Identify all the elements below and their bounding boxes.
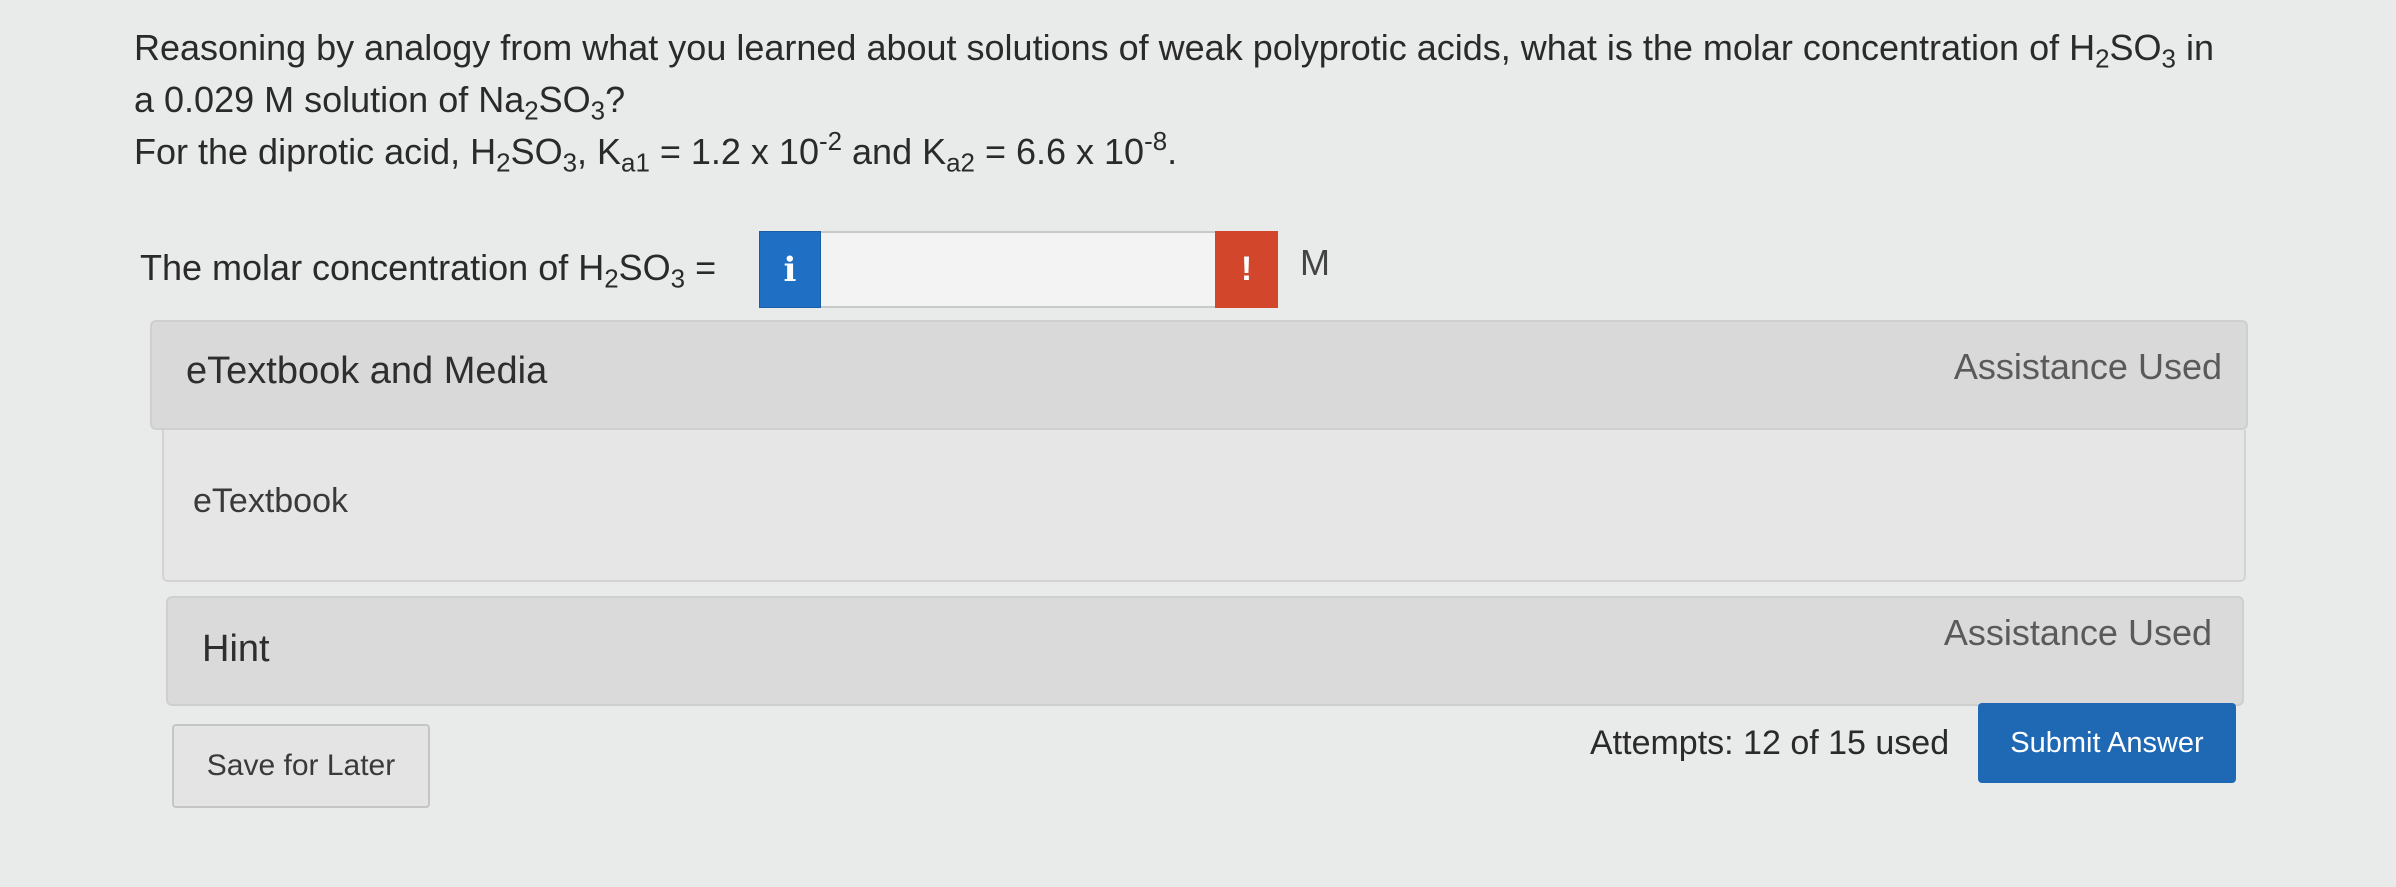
question-line-3: For the diprotic acid, H2SO3, Ka1 = 1.2 … [134, 127, 1178, 178]
answer-row: The molar concentration of H2SO3 = [140, 228, 716, 308]
save-for-later-button[interactable]: Save for Later [172, 724, 430, 808]
error-icon[interactable]: ! [1215, 231, 1278, 308]
question-text: Reasoning by analogy from what you learn… [134, 22, 2284, 178]
etextbook-assistance-status: Assistance Used [1953, 346, 2222, 387]
attempts-counter: Attempts: 12 of 15 used [1590, 724, 1950, 762]
unit-label: M [1300, 242, 1330, 283]
question-line-1: Reasoning by analogy from what you learn… [134, 27, 2214, 74]
question-line-2: a 0.029 M solution of Na2SO3? [134, 79, 626, 126]
answer-input[interactable] [821, 231, 1215, 308]
hint-panel-title: Hint [202, 628, 270, 670]
etextbook-panel-header[interactable]: eTextbook and Media Assistance Used [150, 320, 2248, 430]
etextbook-panel-body [162, 430, 2246, 582]
hint-assistance-status: Assistance Used [1943, 612, 2212, 653]
info-icon[interactable]: i [759, 231, 821, 308]
submit-answer-button[interactable]: Submit Answer [1978, 703, 2236, 783]
answer-label: The molar concentration of H2SO3 = [140, 247, 717, 294]
etextbook-panel-title: eTextbook and Media [186, 350, 548, 392]
etextbook-link[interactable]: eTextbook [193, 482, 348, 521]
hint-panel-header[interactable]: Hint Assistance Used [166, 596, 2244, 706]
